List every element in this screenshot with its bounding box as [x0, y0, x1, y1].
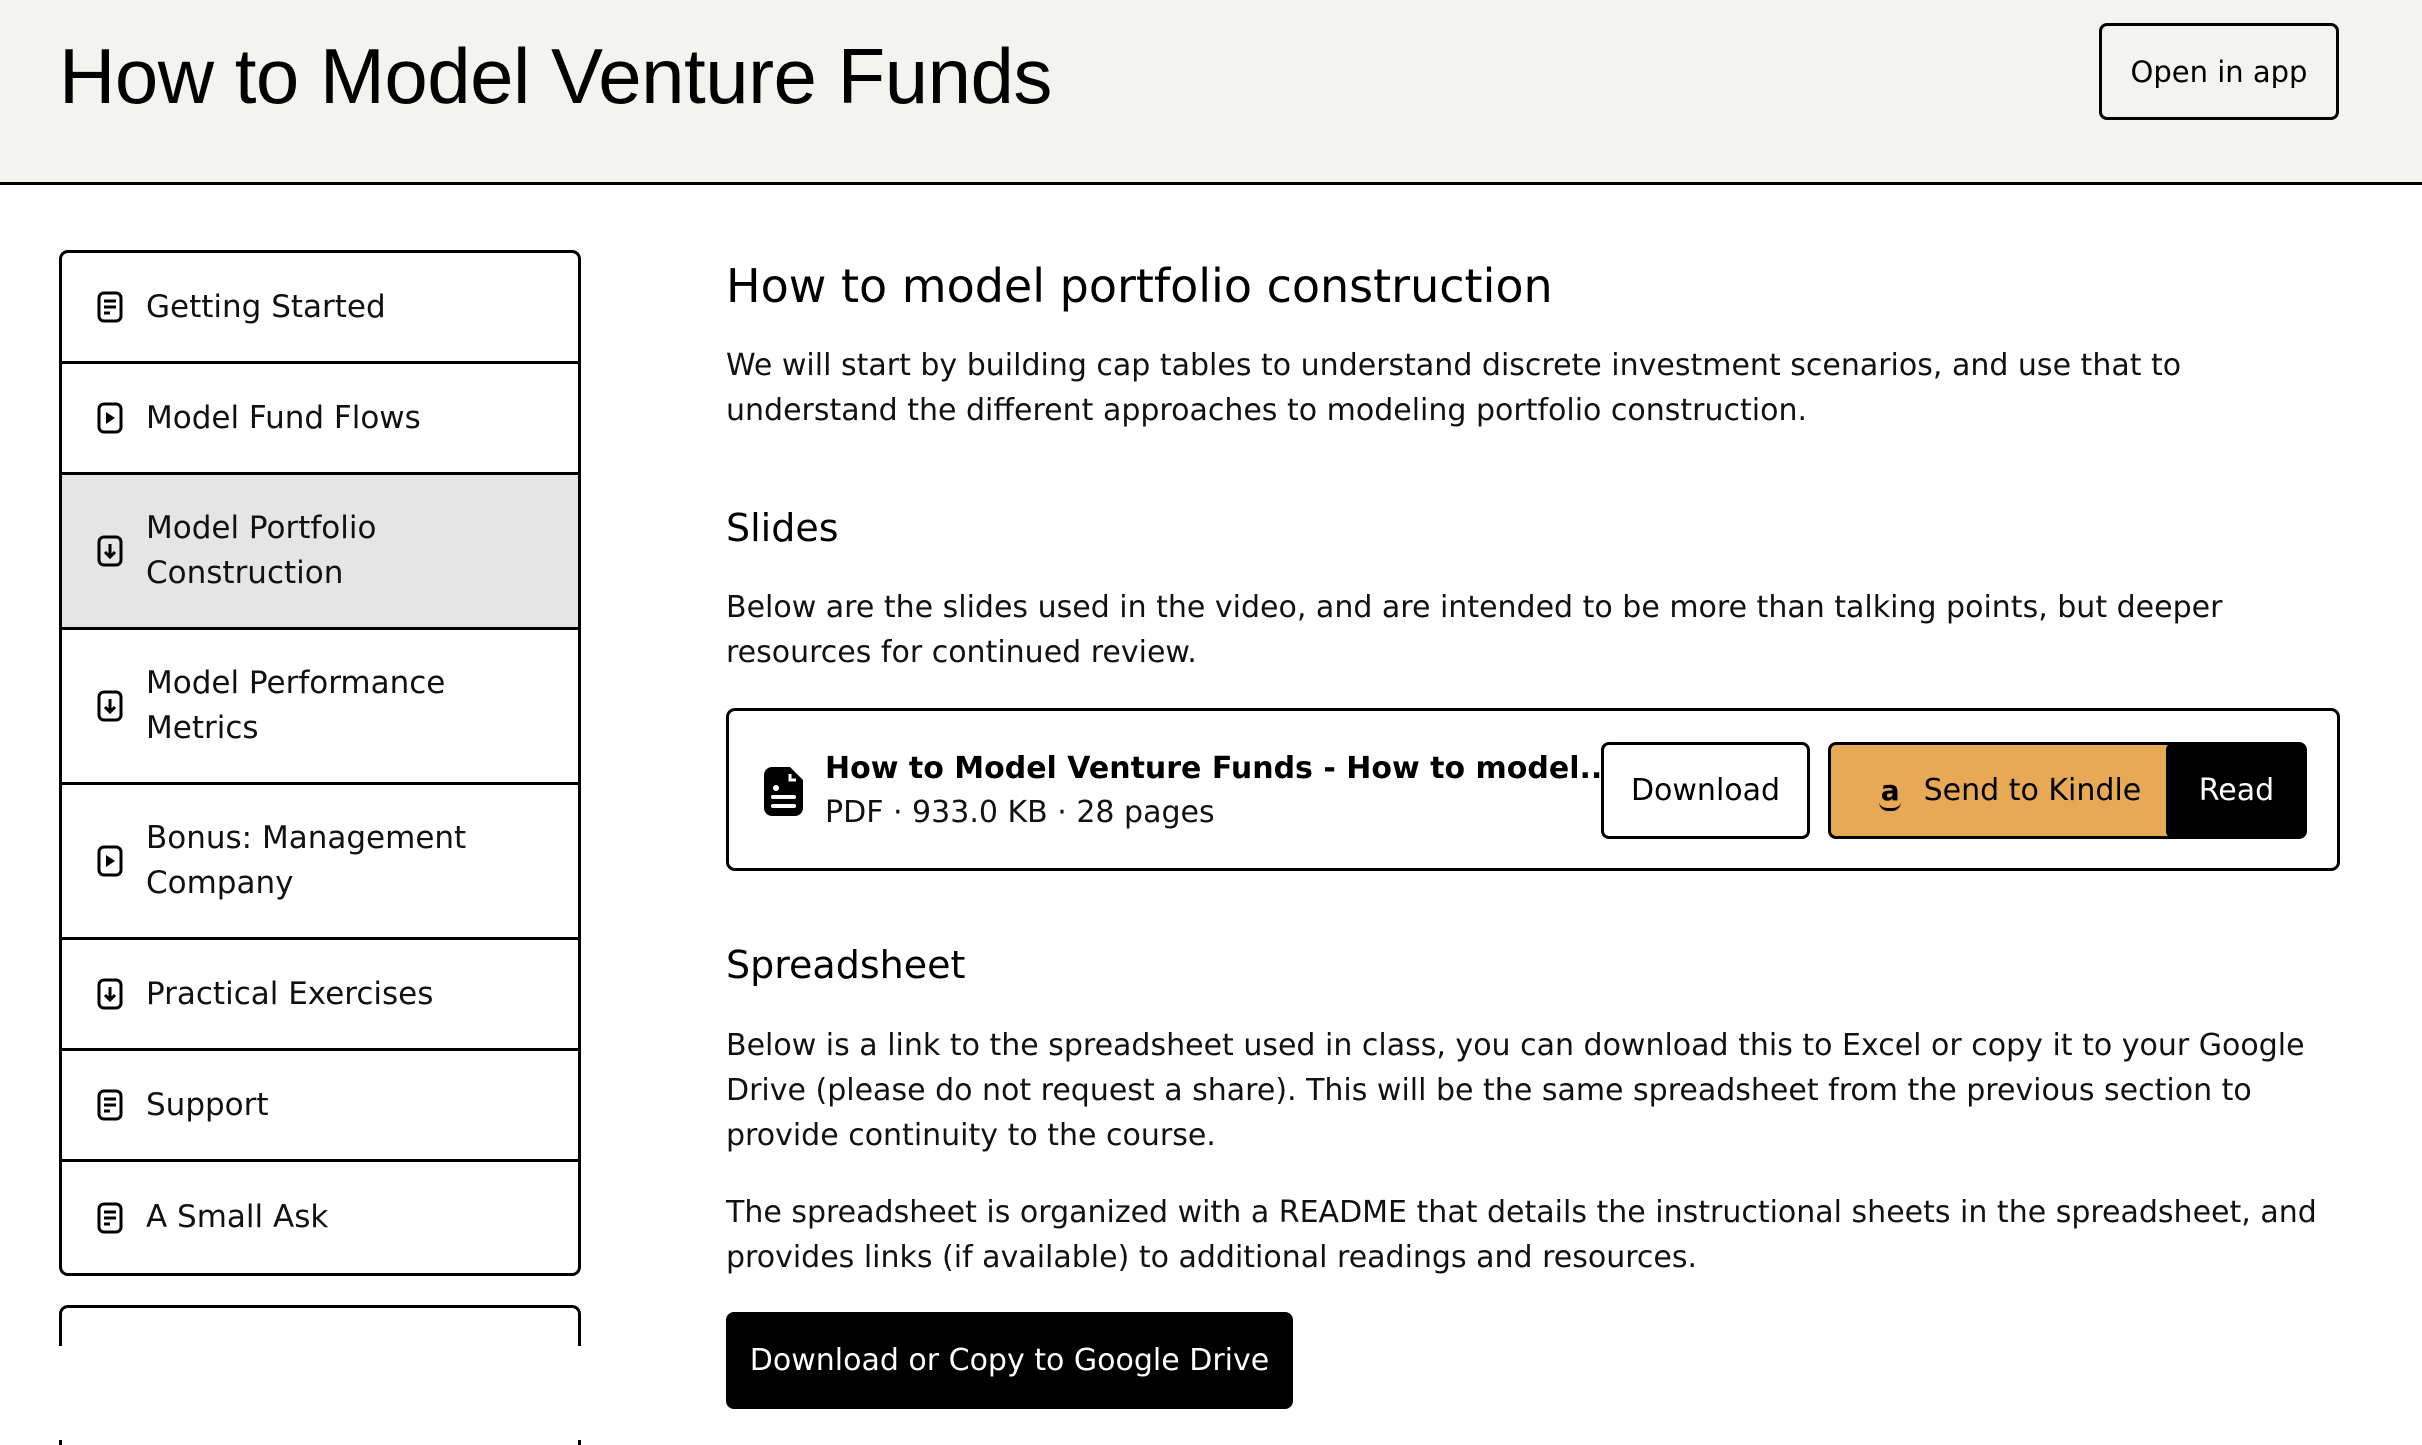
sidebar-item-label: Support — [146, 1086, 269, 1123]
viewport-clip — [0, 1346, 700, 1440]
download-icon — [97, 534, 123, 568]
document-icon — [97, 1088, 123, 1122]
course-sidebar: Getting Started Model Fund Flows Model P… — [59, 250, 581, 1276]
play-icon — [97, 844, 123, 878]
lesson-intro: We will start by building cap tables to … — [726, 348, 2182, 428]
slides-file-card: How to Model Venture Funds - How to mode… — [726, 708, 2340, 871]
file-icon — [764, 766, 804, 816]
sidebar-item-label: Model Performance Metrics — [146, 665, 446, 746]
play-icon — [97, 401, 123, 435]
spreadsheet-heading: Spreadsheet — [726, 943, 966, 987]
sidebar-item-model-portfolio-construction[interactable]: Model Portfolio Construction — [62, 475, 578, 630]
slides-description: Below are the slides used in the video, … — [726, 590, 2223, 670]
spreadsheet-paragraph-2: The spreadsheet is organized with a READ… — [726, 1195, 2317, 1275]
open-in-app-button[interactable]: Open in app — [2099, 23, 2339, 120]
sidebar-item-model-performance-metrics[interactable]: Model Performance Metrics — [62, 630, 578, 785]
sidebar-item-label: Getting Started — [146, 288, 386, 325]
sidebar-item-model-fund-flows[interactable]: Model Fund Flows — [62, 364, 578, 475]
document-icon — [97, 1201, 123, 1235]
sidebar-item-practical-exercises[interactable]: Practical Exercises — [62, 940, 578, 1051]
sidebar-item-a-small-ask[interactable]: A Small Ask — [62, 1162, 578, 1273]
read-button[interactable]: Read — [2166, 742, 2307, 839]
file-meta: PDF · 933.0 KB · 28 pages — [825, 795, 1215, 830]
send-to-kindle-button[interactable]: a Send to Kindle — [1828, 742, 2194, 839]
sidebar-item-label: Bonus: Management Company — [146, 820, 467, 901]
sidebar-item-label: A Small Ask — [146, 1199, 329, 1235]
download-icon — [97, 977, 123, 1011]
sidebar-item-bonus-management-company[interactable]: Bonus: Management Company — [62, 785, 578, 940]
google-drive-button[interactable]: Download or Copy to Google Drive — [726, 1312, 1293, 1409]
amazon-icon: a — [1878, 774, 1901, 811]
download-icon — [97, 689, 123, 723]
sidebar-item-label: Practical Exercises — [146, 975, 434, 1012]
slides-heading: Slides — [726, 506, 839, 550]
send-to-kindle-label: Send to Kindle — [1923, 773, 2142, 808]
lesson-title: How to model portfolio construction — [726, 259, 1553, 313]
sidebar-item-label: Model Fund Flows — [146, 399, 421, 436]
download-button[interactable]: Download — [1601, 742, 1810, 839]
spreadsheet-paragraph-1: Below is a link to the spreadsheet used … — [726, 1028, 2305, 1153]
sidebar-item-support[interactable]: Support — [62, 1051, 578, 1162]
file-name: How to Model Venture Funds - How to mode… — [825, 751, 1614, 786]
sidebar-item-label: Model Portfolio Construction — [146, 510, 377, 591]
document-icon — [97, 290, 123, 324]
sidebar-item-getting-started[interactable]: Getting Started — [62, 253, 578, 364]
page-header: How to Model Venture Funds Open in app — [0, 0, 2422, 185]
course-title: How to Model Venture Funds — [59, 32, 1052, 120]
